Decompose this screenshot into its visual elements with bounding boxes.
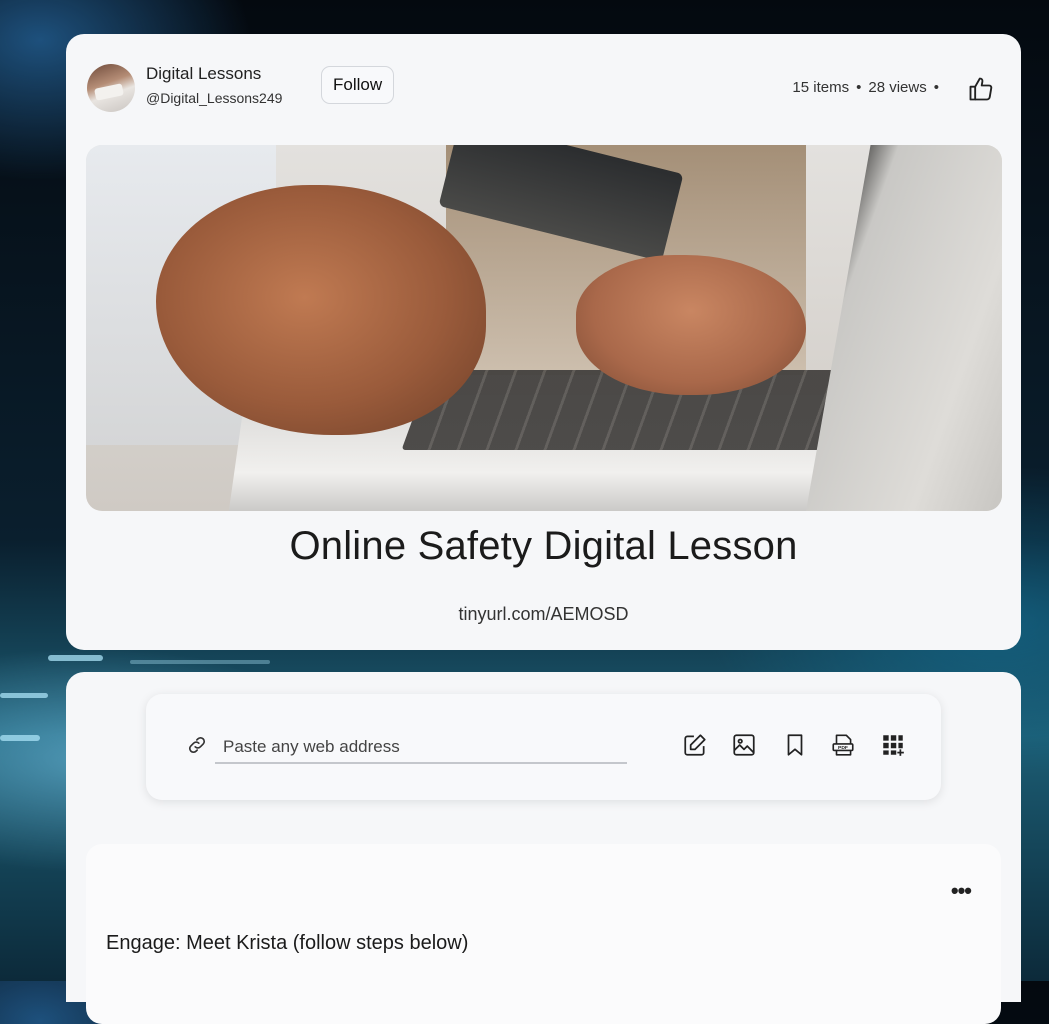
lesson-url[interactable]: tinyurl.com/AEMOSD [66,604,1021,625]
web-address-input[interactable] [215,732,627,764]
pdf-icon[interactable]: PDF [830,732,856,758]
avatar[interactable] [87,64,135,112]
lesson-header-card: Digital Lessons @Digital_Lessons249 Foll… [66,34,1021,650]
lesson-content-card: PDF ••• Engage: Meet Krista (follow step… [66,672,1021,1024]
post-item[interactable]: ••• Engage: Meet Krista (follow steps be… [86,844,1001,1024]
svg-text:PDF: PDF [838,745,848,751]
more-options-button[interactable]: ••• [951,878,972,904]
link-icon [188,736,206,754]
lesson-title: Online Safety Digital Lesson [289,524,798,568]
background-streak [48,655,103,661]
background-streak [130,660,270,664]
background-streak [0,735,40,741]
qr-code-icon[interactable] [880,732,906,758]
laptop-screen [806,145,1002,511]
bookmark-icon[interactable] [782,732,808,758]
items-count: 15 items [792,79,850,96]
background-streak [0,693,48,698]
separator: • [856,79,862,96]
views-count: 28 views [868,79,927,96]
hero-image [86,145,1002,511]
follow-button[interactable]: Follow [321,66,395,104]
image-icon[interactable] [731,732,757,758]
hand [576,255,806,395]
thumbs-up-icon[interactable] [967,75,995,103]
channel-handle[interactable]: @Digital_Lessons249 [146,90,282,106]
edit-icon[interactable] [682,732,708,758]
lesson-stats: 15 items • 28 views • [792,79,939,96]
add-item-composer: PDF [146,694,941,800]
channel-name[interactable]: Digital Lessons [146,64,261,84]
post-title: Engage: Meet Krista (follow steps below) [106,932,469,954]
separator: • [933,79,939,96]
